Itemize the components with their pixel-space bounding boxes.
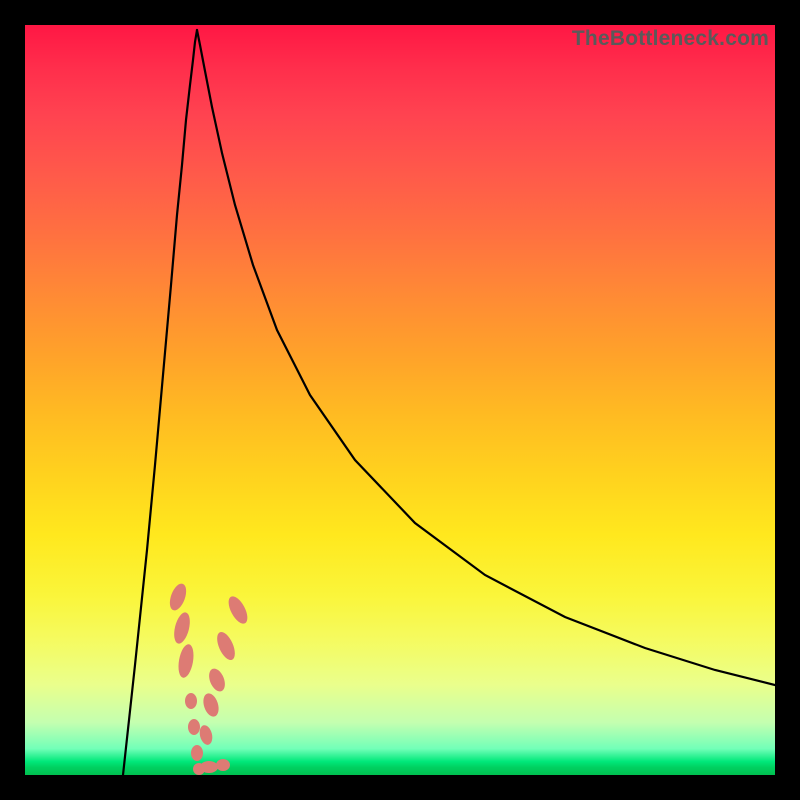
data-marker	[191, 745, 203, 761]
data-marker	[206, 666, 228, 693]
data-marker	[176, 643, 196, 679]
data-marker	[198, 724, 214, 746]
data-marker	[201, 691, 222, 718]
data-marker	[171, 611, 192, 645]
data-marker	[167, 581, 190, 612]
data-marker	[214, 629, 239, 662]
data-marker	[216, 759, 230, 771]
chart-plot-area: TheBottleneck.com	[25, 25, 775, 775]
data-marker	[225, 593, 251, 626]
marker-layer	[25, 25, 775, 775]
watermark-text: TheBottleneck.com	[572, 27, 769, 51]
data-marker	[200, 761, 218, 773]
data-marker	[188, 719, 200, 735]
data-marker	[185, 693, 197, 709]
